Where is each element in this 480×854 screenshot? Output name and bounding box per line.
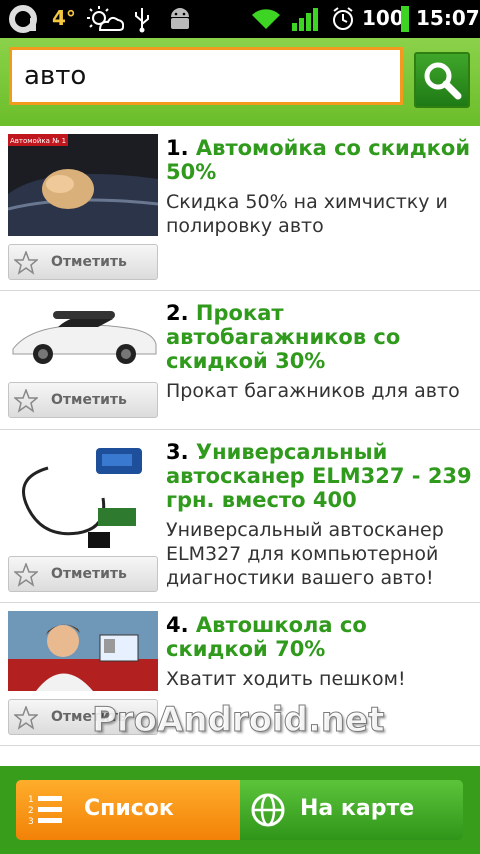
numbered-list-icon: 1 2 3 — [28, 795, 62, 827]
map-view-label: На карте — [300, 796, 415, 821]
star-icon — [14, 563, 38, 587]
android-debug-icon — [171, 8, 189, 29]
item-description: Скидка 50% на химчистку и полировку авто — [166, 191, 448, 237]
item-title: Прокат автобагажников со скидкой 30% — [166, 301, 401, 373]
item-text: 4. Автошкола со скидкой 70% Хватит ходит… — [166, 613, 472, 691]
star-icon — [14, 706, 38, 730]
temperature: 4° — [52, 6, 76, 30]
magnifier-icon — [424, 62, 462, 100]
list-item[interactable]: Отметить 3. Универсальный автосканер ELM… — [0, 430, 480, 603]
item-title: Универсальный автосканер ELM327 - 239 гр… — [166, 440, 472, 512]
status-bar: 4° 100 15:07 — [0, 0, 480, 38]
mark-button[interactable]: Отметить — [8, 556, 158, 592]
item-description: Универсальный автосканер ELM327 для комп… — [166, 519, 444, 589]
globe-icon — [251, 793, 285, 827]
wifi-icon — [252, 9, 280, 29]
item-number: 3. — [166, 440, 189, 464]
item-title: Автошкола со скидкой 70% — [166, 613, 367, 661]
star-icon — [14, 389, 38, 413]
item-title-line[interactable]: 1. Автомойка со скидкой 50% — [166, 136, 472, 184]
search-button[interactable] — [414, 52, 470, 108]
car-wash-image: Автомойка № 1 — [8, 134, 158, 236]
item-number: 1. — [166, 136, 189, 160]
list-view-button[interactable]: 1 2 3 Список — [16, 780, 240, 840]
item-number: 2. — [166, 301, 189, 325]
mark-button[interactable]: Отметить — [8, 244, 158, 280]
item-text: 3. Универсальный автосканер ELM327 - 239… — [166, 440, 472, 590]
results-list: Автомойка № 1 Отметить 1. Автомойка со с… — [0, 126, 480, 766]
item-text: 2. Прокат автобагажников со скидкой 30% … — [166, 301, 472, 403]
clock: 15:07 — [416, 6, 480, 30]
driving-school-image — [8, 611, 158, 691]
mark-label: Отметить — [51, 254, 127, 270]
item-title: Автомойка со скидкой 50% — [166, 136, 471, 184]
bottom-bar: 1 2 3 Список На карте — [0, 766, 480, 854]
list-item-partial[interactable] — [0, 746, 480, 766]
watermark: ProAndroid.net — [91, 700, 385, 741]
svg-text:1: 1 — [28, 795, 34, 805]
signal-icon — [292, 8, 318, 31]
list-item[interactable]: Отметить 2. Прокат автобагажников со ски… — [0, 291, 480, 430]
item-title-line[interactable]: 2. Прокат автобагажников со скидкой 30% — [166, 301, 472, 373]
alarm-icon — [333, 7, 353, 30]
star-icon — [14, 251, 38, 275]
item-text: 1. Автомойка со скидкой 50% Скидка 50% н… — [166, 136, 472, 238]
svg-text:3: 3 — [28, 817, 34, 827]
list-item[interactable]: Автомойка № 1 Отметить 1. Автомойка со с… — [0, 126, 480, 291]
item-description: Хватит ходить пешком! — [166, 668, 406, 690]
battery-icon — [401, 6, 409, 32]
item-title-line[interactable]: 4. Автошкола со скидкой 70% — [166, 613, 472, 661]
mark-label: Отметить — [51, 392, 127, 408]
car-rack-image — [8, 299, 158, 375]
mark-label: Отметить — [51, 566, 127, 582]
battery-level: 100 — [362, 6, 404, 30]
thumb-caption: Автомойка № 1 — [10, 137, 66, 145]
item-number: 4. — [166, 613, 189, 637]
app-logo-icon — [9, 5, 37, 33]
svg-text:2: 2 — [28, 806, 34, 816]
obd-scanner-image — [8, 438, 158, 554]
item-title-line[interactable]: 3. Универсальный автосканер ELM327 - 239… — [166, 440, 472, 512]
usb-icon — [135, 8, 149, 33]
list-view-label: Список — [84, 796, 174, 821]
map-view-button[interactable]: На карте — [240, 780, 463, 840]
search-input[interactable] — [9, 47, 403, 105]
mark-button[interactable]: Отметить — [8, 382, 158, 418]
search-bar — [0, 38, 480, 126]
weather-icon — [87, 6, 124, 31]
item-description: Прокат багажников для авто — [166, 380, 460, 402]
